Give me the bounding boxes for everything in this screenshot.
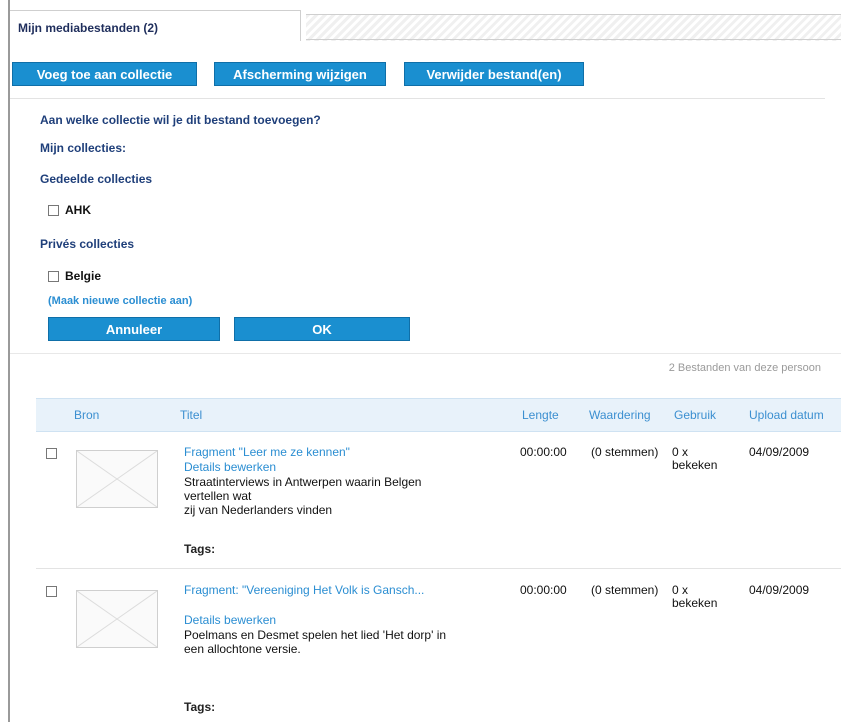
collection-option-belgie[interactable]: Belgie: [48, 269, 101, 283]
private-collections-heading: Privés collecties: [40, 237, 135, 251]
add-to-collection-button[interactable]: Voeg toe aan collectie: [12, 62, 197, 86]
media-title-link[interactable]: Fragment "Leer me ze kennen": [184, 446, 424, 459]
description-line: Straatinterviews in Antwerpen waarin Bel…: [184, 475, 422, 489]
column-header-title[interactable]: Titel: [180, 408, 202, 422]
placeholder-image-icon: [76, 590, 158, 648]
row-divider: [36, 568, 841, 569]
row-select-checkbox[interactable]: [46, 448, 57, 459]
collection-option-ahk[interactable]: AHK: [48, 203, 91, 217]
upload-date-value: 04/09/2009: [749, 445, 810, 459]
placeholder-image-icon: [76, 450, 158, 508]
checkbox[interactable]: [48, 204, 59, 216]
table-row: Fragment: "Vereeniging Het Volk is Gansc…: [36, 578, 841, 722]
cancel-button[interactable]: Annuleer: [48, 317, 220, 341]
description-line: Poelmans en Desmet spelen het lied 'Het …: [184, 628, 447, 642]
length-value: 00:00:00: [520, 583, 567, 597]
table-row: Fragment "Leer me ze kennen" Details bew…: [36, 440, 841, 565]
media-description: Straatinterviews in Antwerpen waarin Bel…: [184, 475, 514, 517]
panel-divider: [10, 353, 841, 354]
tab-title: Mijn mediabestanden (2): [18, 21, 159, 35]
column-header-upload-date[interactable]: Upload datum: [749, 408, 824, 422]
row-select-checkbox[interactable]: [46, 586, 57, 597]
edit-details-link[interactable]: Details bewerken: [184, 460, 276, 474]
rating-value: (0 stemmen): [591, 445, 659, 459]
column-header-rating[interactable]: Waardering: [589, 408, 651, 422]
edit-details-link[interactable]: Details bewerken: [184, 613, 276, 627]
window-frame-left: [8, 0, 10, 722]
collection-question: Aan welke collectie wil je dit bestand t…: [40, 113, 321, 127]
toolbar-divider: [10, 98, 825, 99]
tab-bar: Mijn mediabestanden (2): [10, 0, 841, 41]
table-header: Bron Titel Lengte Waardering Gebruik Upl…: [36, 398, 841, 432]
column-header-source[interactable]: Bron: [74, 408, 99, 422]
column-header-usage[interactable]: Gebruik: [674, 408, 716, 422]
checkbox[interactable]: [48, 270, 59, 282]
length-value: 00:00:00: [520, 445, 567, 459]
media-description: Poelmans en Desmet spelen het lied 'Het …: [184, 628, 514, 656]
column-header-length[interactable]: Lengte: [522, 408, 559, 422]
my-collections-heading: Mijn collecties:: [40, 141, 127, 155]
usage-value: 0 x bekeken: [672, 446, 717, 472]
ok-button[interactable]: OK: [234, 317, 410, 341]
delete-files-button[interactable]: Verwijder bestand(en): [404, 62, 584, 86]
media-thumbnail[interactable]: [76, 590, 158, 648]
upload-date-value: 04/09/2009: [749, 583, 810, 597]
collection-option-label: Belgie: [65, 269, 102, 283]
tags-label: Tags:: [184, 542, 216, 556]
shared-collections-heading: Gedeelde collecties: [40, 172, 153, 186]
tab-my-media-files[interactable]: Mijn mediabestanden (2): [10, 10, 301, 41]
description-line: zij van Nederlanders vinden: [184, 503, 333, 517]
media-title-link[interactable]: Fragment: "Vereeniging Het Volk is Gansc…: [184, 584, 434, 597]
rating-value: (0 stemmen): [591, 583, 659, 597]
description-line: een allochtone versie.: [184, 642, 301, 656]
tags-label: Tags:: [184, 700, 216, 714]
file-count: 2 Bestanden van deze persoon: [668, 362, 821, 374]
tab-bar-filler: [306, 14, 841, 41]
description-line: vertellen wat: [184, 489, 252, 503]
media-thumbnail[interactable]: [76, 450, 158, 508]
tab-bar-baseline: [306, 39, 841, 40]
collection-option-label: AHK: [65, 203, 91, 217]
usage-label: bekeken: [672, 596, 718, 610]
new-collection-link[interactable]: (Maak nieuwe collectie aan): [48, 295, 192, 307]
usage-value: 0 x bekeken: [672, 584, 717, 610]
usage-label: bekeken: [672, 458, 718, 472]
change-shielding-button[interactable]: Afscherming wijzigen: [214, 62, 386, 86]
